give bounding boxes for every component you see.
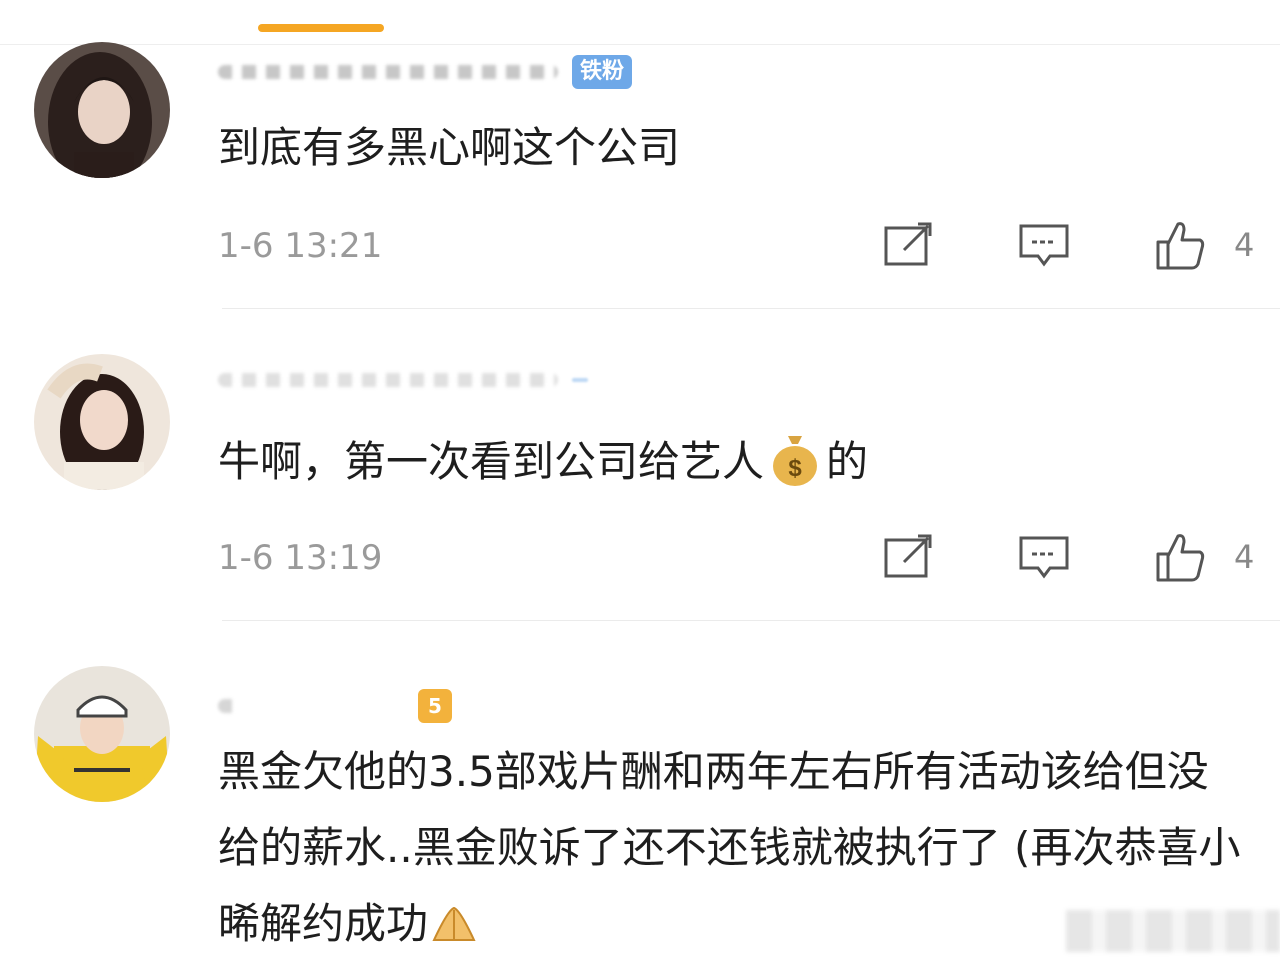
user-avatar[interactable] — [34, 354, 170, 490]
like-button[interactable] — [1154, 220, 1206, 270]
active-tab-indicator — [258, 24, 384, 32]
comment-text-part: 的 — [826, 437, 869, 486]
money-bag-icon: $ — [770, 432, 820, 486]
username-row — [218, 360, 588, 400]
like-count: 4 — [1234, 226, 1255, 264]
blurred-username[interactable] — [218, 699, 238, 713]
user-avatar[interactable] — [34, 42, 170, 178]
share-edit-icon — [884, 222, 932, 266]
comment-meta: 1-6 13:19 4 — [218, 532, 1280, 582]
comment-timestamp: 1-6 13:19 — [218, 538, 383, 578]
share-edit-icon — [884, 534, 932, 578]
thumbs-up-icon — [1156, 222, 1205, 270]
fan-badge — [572, 378, 588, 382]
svg-text:$: $ — [788, 455, 802, 482]
level-badge: 5 — [418, 689, 452, 723]
comment-text: 牛啊，第一次看到公司给艺人 $ 的 — [218, 424, 1248, 500]
blurred-username[interactable] — [218, 65, 558, 79]
username-row: 5 — [218, 686, 452, 726]
like-button[interactable] — [1154, 532, 1206, 582]
comment-bubble-icon — [1019, 536, 1069, 579]
fan-badge: 铁粉 — [572, 55, 633, 89]
reply-button[interactable] — [1018, 220, 1070, 270]
username-row: 铁粉 — [218, 52, 633, 92]
share-button[interactable] — [882, 220, 934, 270]
comment-text: 到底有多黑心啊这个公司 — [218, 123, 681, 172]
like-count: 4 — [1234, 538, 1255, 576]
comment-meta: 1-6 13:21 4 — [218, 220, 1280, 270]
comment-divider — [222, 308, 1280, 309]
share-button[interactable] — [882, 532, 934, 582]
watermark — [1066, 910, 1280, 952]
comment-text-part: 牛啊，第一次看到公司给艺人 — [218, 437, 765, 486]
thumbs-up-icon — [1156, 534, 1205, 582]
user-avatar[interactable] — [34, 666, 170, 802]
reply-button[interactable] — [1018, 532, 1070, 582]
comment-timestamp: 1-6 13:21 — [218, 226, 383, 266]
comment-bubble-icon — [1019, 224, 1069, 267]
blurred-username[interactable] — [218, 373, 558, 387]
comment-divider — [222, 620, 1280, 621]
top-divider — [0, 44, 1280, 45]
palms-together-icon — [428, 892, 480, 941]
